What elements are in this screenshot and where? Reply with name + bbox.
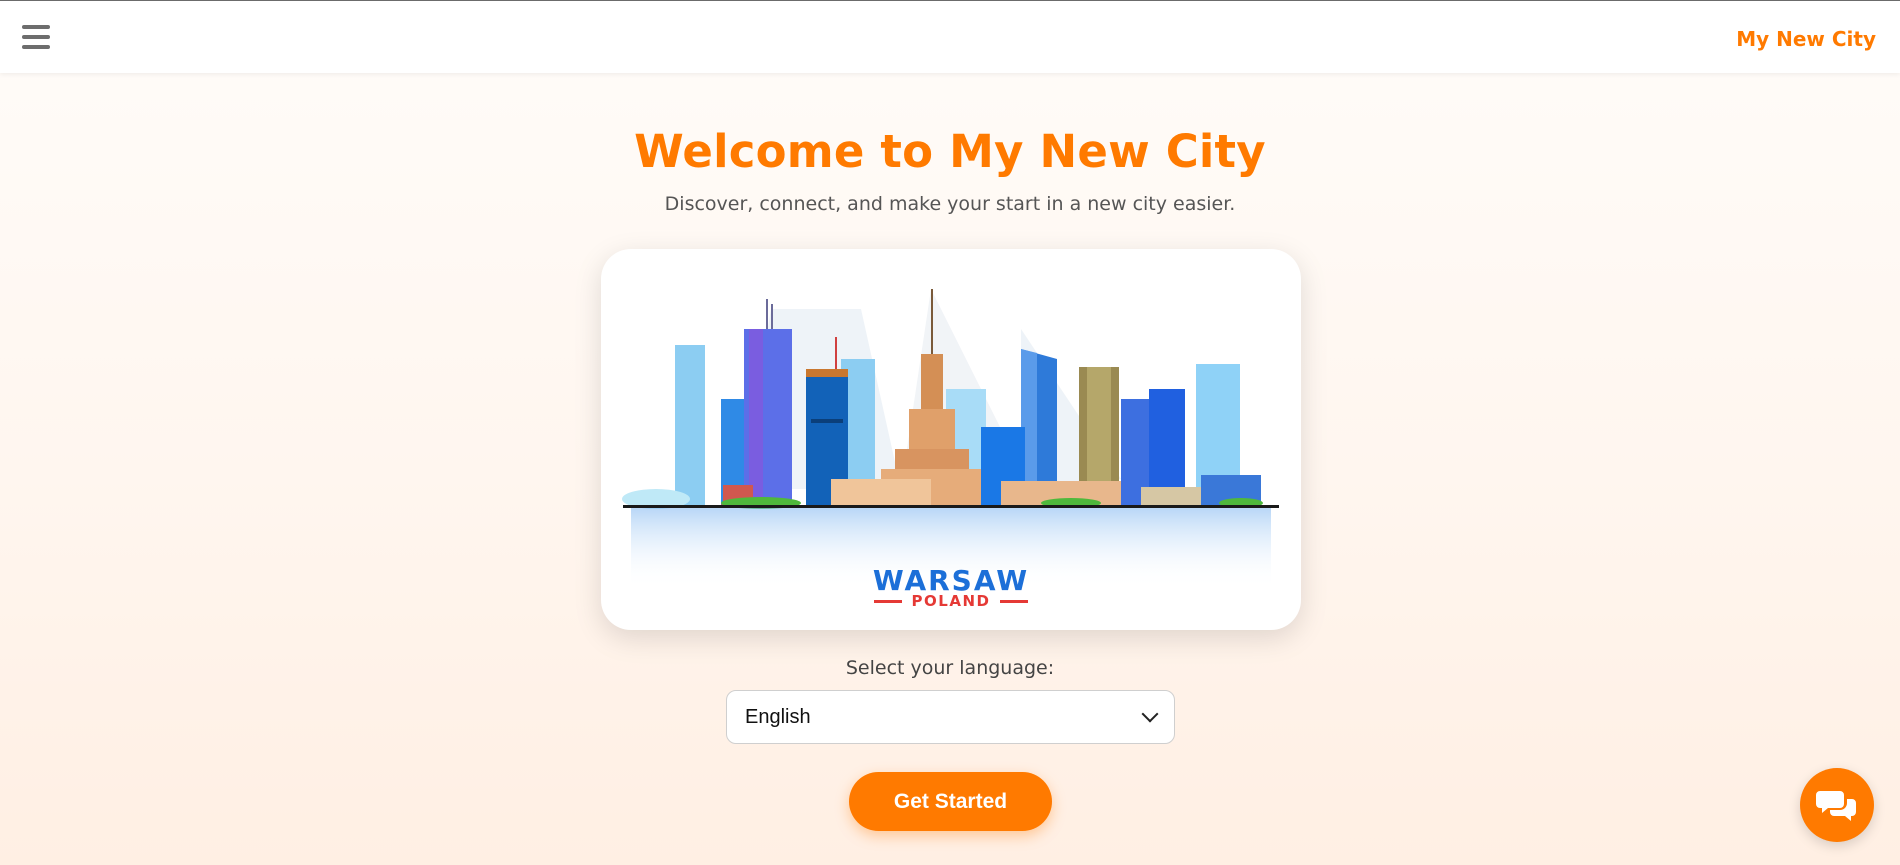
divider bbox=[1000, 599, 1029, 603]
chevron-down-icon bbox=[1141, 705, 1159, 723]
language-label: Select your language: bbox=[845, 657, 1055, 679]
country-label: POLAND bbox=[601, 592, 1301, 610]
city-skyline-card: WARSAW POLAND bbox=[601, 249, 1301, 630]
divider bbox=[873, 599, 902, 603]
country-name: POLAND bbox=[911, 592, 991, 610]
chat-bubbles-icon bbox=[1816, 791, 1856, 821]
hamburger-menu-icon[interactable] bbox=[22, 25, 50, 49]
chat-button[interactable] bbox=[1800, 768, 1874, 842]
page-subtitle: Discover, connect, and make your start i… bbox=[664, 193, 1236, 215]
page-title: Welcome to My New City bbox=[634, 125, 1266, 178]
language-selected-value: English bbox=[745, 705, 811, 728]
language-select[interactable]: English bbox=[726, 690, 1175, 744]
brand-link[interactable]: My New City bbox=[1736, 27, 1876, 51]
get-started-button[interactable]: Get Started bbox=[849, 772, 1052, 831]
top-navigation-bar: My New City bbox=[0, 0, 1900, 73]
